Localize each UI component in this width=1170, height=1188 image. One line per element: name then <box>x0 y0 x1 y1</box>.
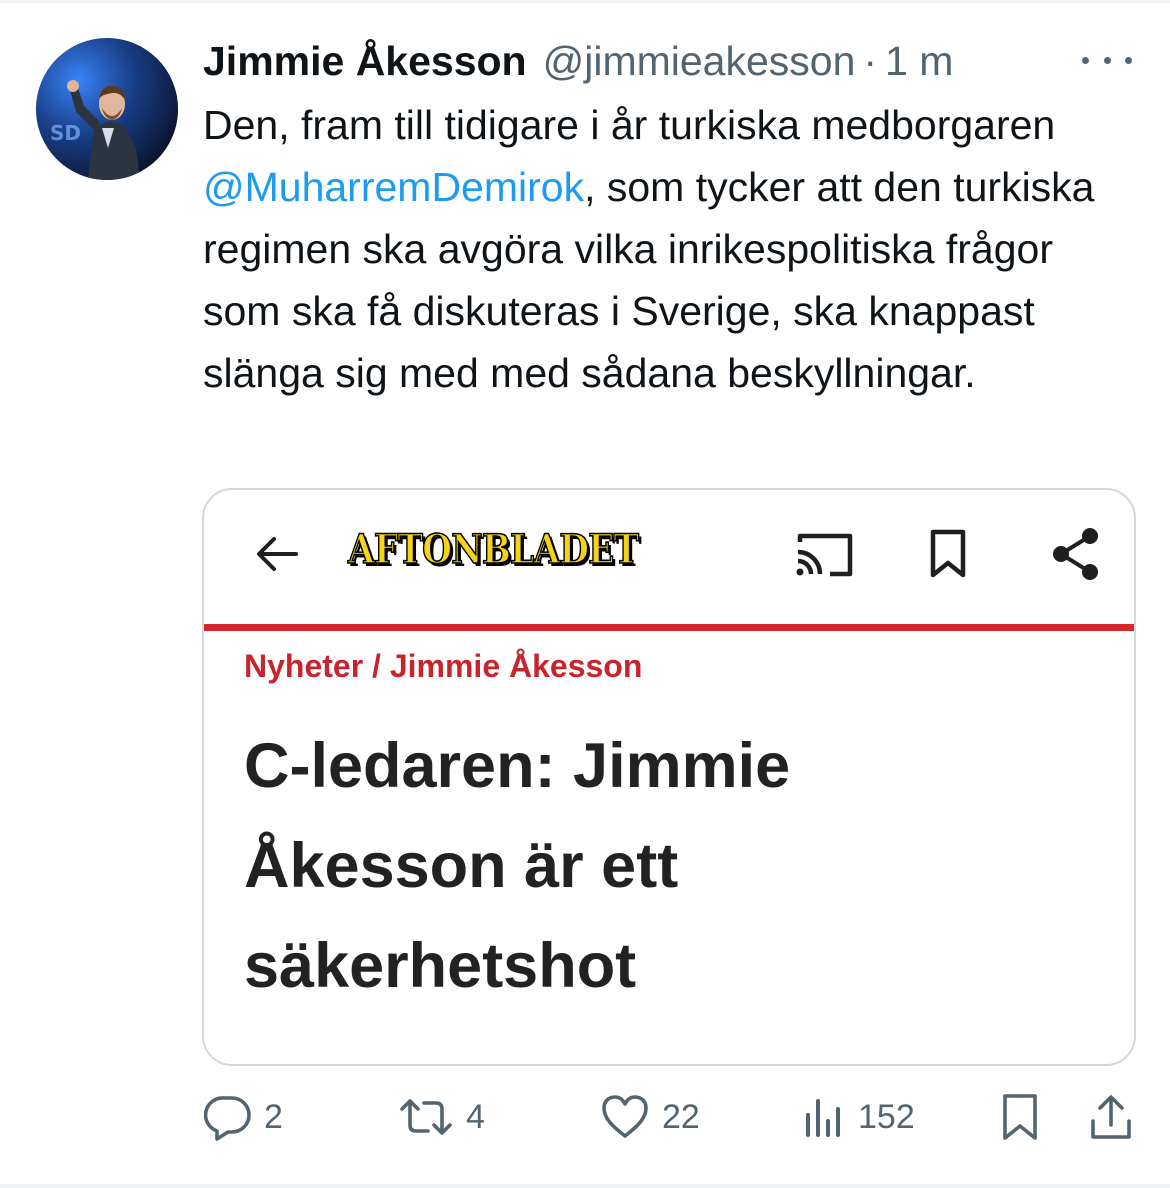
tweet-header: Jimmie Åkesson @jimmieakesson · 1 m <box>203 36 953 86</box>
heart-icon <box>602 1095 648 1138</box>
article-accent-line <box>204 624 1134 631</box>
more-options-icon[interactable] <box>1082 42 1132 78</box>
share-icon <box>1053 528 1098 580</box>
analytics-icon <box>806 1099 840 1137</box>
mention-link[interactable]: @MuharremDemirok <box>203 164 584 210</box>
like-button[interactable]: 22 <box>600 1082 700 1152</box>
reply-icon <box>204 1096 251 1141</box>
embedded-image-card[interactable]: AFTONBLADET Nyheter / Jimmie Åkesson C-l… <box>202 488 1136 1066</box>
tweet-text-part: Den, fram till tidigare i år turkiska me… <box>203 102 1056 148</box>
back-arrow-icon <box>257 537 298 571</box>
retweet-icon <box>400 1099 452 1135</box>
view-count: 152 <box>858 1097 915 1136</box>
share-button[interactable] <box>1088 1082 1134 1152</box>
reply-count: 2 <box>264 1097 283 1136</box>
article-headline: C-ledaren: Jimmie Åkesson är ett säkerhe… <box>244 731 791 1001</box>
bottom-divider <box>0 1184 1170 1188</box>
tweet-action-bar: 2 4 22 152 <box>0 1082 1170 1152</box>
more-dot <box>1082 56 1089 64</box>
tweet-text: Den, fram till tidigare i år turkiska me… <box>203 94 1138 404</box>
separator-dot: · <box>863 38 878 84</box>
avatar-photo-icon: SD <box>36 38 178 180</box>
retweet-button[interactable]: 4 <box>398 1082 485 1152</box>
more-dot <box>1125 56 1132 64</box>
retweet-count: 4 <box>466 1097 485 1136</box>
article-app-bar: AFTONBLADET <box>204 490 1134 624</box>
timestamp[interactable]: 1 m <box>885 36 953 86</box>
reply-button[interactable]: 2 <box>204 1082 283 1152</box>
bookmark-icon <box>930 529 966 578</box>
share-upload-icon <box>1091 1095 1131 1139</box>
top-divider <box>0 0 1170 3</box>
aftonbladet-logo: AFTONBLADET <box>347 525 639 574</box>
views-button[interactable]: 152 <box>802 1082 915 1152</box>
article-breadcrumb: Nyheter / Jimmie Åkesson <box>244 648 643 684</box>
more-dot <box>1103 56 1111 64</box>
svg-text:SD: SD <box>50 121 81 145</box>
bookmark-icon <box>1003 1094 1037 1140</box>
author-handle[interactable]: @jimmieakesson <box>543 36 856 86</box>
cast-icon <box>796 533 853 577</box>
author-display-name[interactable]: Jimmie Åkesson <box>203 36 527 86</box>
like-count: 22 <box>662 1097 700 1136</box>
avatar[interactable]: SD <box>36 38 178 180</box>
bookmark-button[interactable] <box>1000 1082 1040 1152</box>
